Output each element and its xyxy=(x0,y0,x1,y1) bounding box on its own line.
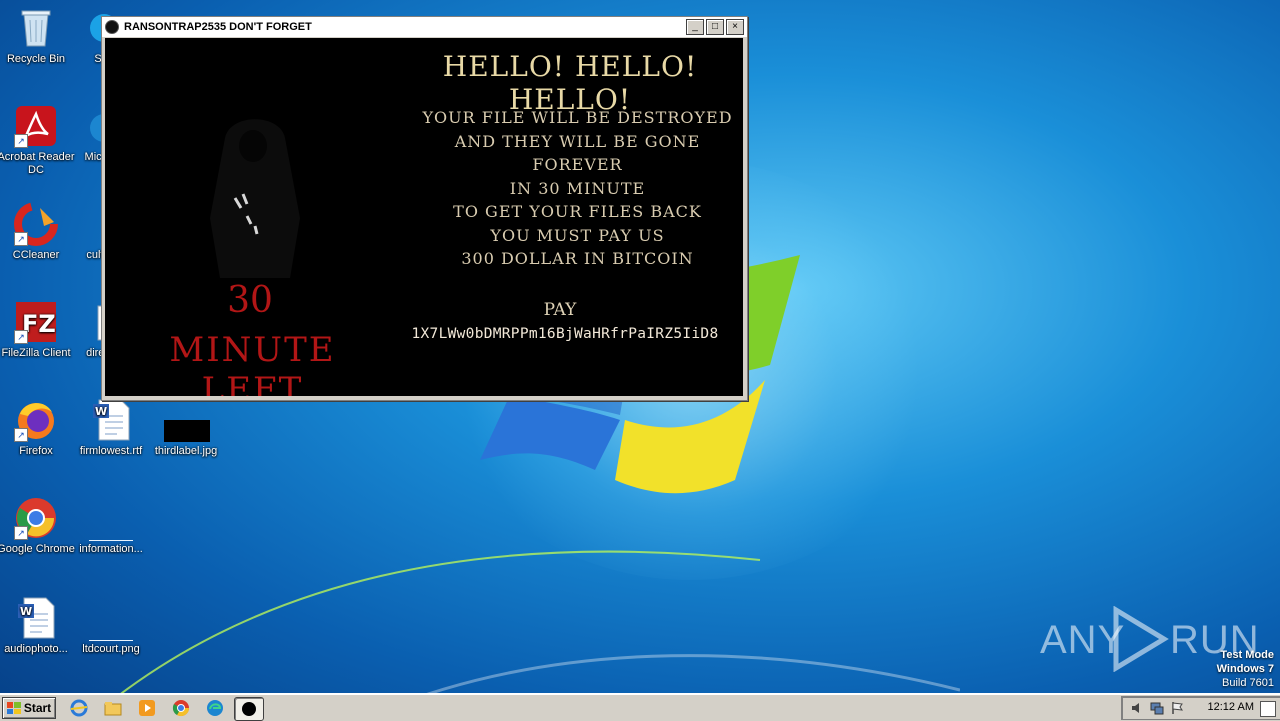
chrome-icon: ↗ xyxy=(14,496,58,540)
close-button[interactable]: × xyxy=(726,19,744,35)
os-label: Windows 7 xyxy=(1216,663,1274,675)
minimize-button[interactable]: _ xyxy=(686,19,704,35)
ransom-message: YOUR FILE WILL BE DESTROYED AND THEY WIL… xyxy=(415,106,740,271)
explorer-icon[interactable] xyxy=(102,697,124,719)
hooded-figure-image xyxy=(210,119,300,278)
media-player-icon[interactable] xyxy=(136,697,158,719)
desktop-icon-chrome[interactable]: ↗ Google Chrome xyxy=(0,496,75,556)
message-line: AND THEY WILL BE GONE FOREVER xyxy=(454,131,701,175)
file-icon xyxy=(89,496,133,541)
anyrun-watermark: ANY RUN xyxy=(1040,606,1259,672)
firefox-icon: ↗ xyxy=(14,398,58,442)
desktop-icon-firmlowest[interactable]: W firmlowest.rtf xyxy=(72,398,150,458)
desktop-icon-label: FileZilla Client xyxy=(1,347,71,359)
pay-label: PAY xyxy=(543,300,577,320)
acrobat-icon: ↗ xyxy=(14,104,58,148)
countdown-label: MINUTE LEFT xyxy=(169,330,336,396)
desktop-icon-label: thirdlabel.jpg xyxy=(154,445,218,457)
desktop-icon-label: Recycle Bin xyxy=(6,53,66,65)
desktop-icon-thirdlabel[interactable]: thirdlabel.jpg xyxy=(147,398,225,458)
desktop-icon-firefox[interactable]: ↗ Firefox xyxy=(0,398,75,458)
shortcut-arrow-icon: ↗ xyxy=(14,330,28,344)
windows-flag-icon xyxy=(6,702,21,714)
wallpaper-swoosh xyxy=(99,550,960,720)
shortcut-arrow-icon: ↗ xyxy=(14,232,28,246)
desktop-icon-label: audiophoto... xyxy=(4,643,68,655)
desktop-icon-label: information... xyxy=(79,543,143,555)
test-mode-label: Test Mode xyxy=(1220,649,1274,661)
ransom-app-icon xyxy=(242,702,256,716)
desktop-icon-label: Acrobat Reader DC xyxy=(0,151,75,176)
desktop-icon-label: Google Chrome xyxy=(0,543,75,555)
edge-icon[interactable] xyxy=(204,697,226,719)
filezilla-icon: FZ ↗ xyxy=(14,300,58,344)
window-title: RANSONTRAP2535 DON'T FORGET xyxy=(124,21,312,33)
play-logo-icon xyxy=(1113,606,1169,672)
desktop-icon-label: Firefox xyxy=(19,445,53,457)
desktop-icon-acrobat[interactable]: ↗ Acrobat Reader DC xyxy=(0,104,75,177)
shortcut-arrow-icon: ↗ xyxy=(14,134,28,148)
window-titlebar[interactable]: RANSONTRAP2535 DON'T FORGET _ □ × xyxy=(102,17,747,37)
action-center-flag-icon[interactable] xyxy=(1170,701,1184,715)
bitcoin-address: 1X7LWw0bDMRPPm16BjWaHRfrPaIRZ5IiD8 xyxy=(411,326,719,342)
desktop-icon-ccleaner[interactable]: ↗ CCleaner xyxy=(0,202,75,262)
system-tray: 12:12 AM xyxy=(1121,696,1280,720)
desktop-icon-label: ltdcourt.png xyxy=(82,643,140,655)
ie-icon[interactable] xyxy=(68,697,90,719)
start-button[interactable]: Start xyxy=(2,697,56,719)
recycle-bin-icon xyxy=(14,6,58,50)
ransom-app-taskbar-button[interactable] xyxy=(234,697,264,721)
image-icon xyxy=(89,596,133,641)
ccleaner-icon: ↗ xyxy=(14,202,58,246)
svg-text:W: W xyxy=(95,405,107,418)
desktop-icon-information[interactable]: information... xyxy=(72,496,150,556)
desktop-icon-audiophoto[interactable]: W audiophoto... xyxy=(0,596,75,656)
word-doc-icon: W xyxy=(89,398,133,442)
build-label: Build 7601 xyxy=(1222,677,1274,689)
svg-text:W: W xyxy=(20,605,32,618)
maximize-button[interactable]: □ xyxy=(706,19,724,35)
show-desktop-button[interactable] xyxy=(1260,701,1276,717)
desktop-icon-label: firmlowest.rtf xyxy=(79,445,143,457)
desktop-icon-ltdcourt[interactable]: ltdcourt.png xyxy=(72,596,150,656)
ransom-content: HELLO! HELLO! HELLO! YOUR FILE WILL BE D… xyxy=(105,38,743,396)
system-info: Test Mode Windows 7 Build 7601 xyxy=(1217,648,1274,690)
app-icon xyxy=(105,20,119,34)
clock[interactable]: 12:12 AM xyxy=(1208,701,1254,713)
taskbar: Start 12:12 AM xyxy=(0,693,1280,721)
message-line: YOU MUST PAY US xyxy=(490,225,665,245)
shortcut-arrow-icon: ↗ xyxy=(14,526,28,540)
desktop-icon-filezilla[interactable]: FZ ↗ FileZilla Client xyxy=(0,300,75,360)
message-line: TO GET YOUR FILES BACK xyxy=(453,202,702,221)
network-icon[interactable] xyxy=(1150,701,1164,715)
countdown-number: 30 xyxy=(227,280,273,321)
desktop-icon-recycle-bin[interactable]: Recycle Bin xyxy=(0,6,75,66)
word-doc-icon: W xyxy=(14,596,58,640)
message-line: YOUR FILE WILL BE DESTROYED xyxy=(422,108,733,127)
ransom-window: RANSONTRAP2535 DON'T FORGET _ □ × HELLO!… xyxy=(101,16,748,401)
message-line: 300 DOLLAR IN BITCOIN xyxy=(461,249,694,268)
shortcut-arrow-icon: ↗ xyxy=(14,428,28,442)
message-line: IN 30 MINUTE xyxy=(509,178,646,198)
volume-icon[interactable] xyxy=(1130,701,1144,715)
start-label: Start xyxy=(23,701,52,715)
chrome-icon[interactable] xyxy=(170,697,192,719)
image-icon xyxy=(164,398,210,442)
desktop-icon-label: CCleaner xyxy=(12,249,60,261)
